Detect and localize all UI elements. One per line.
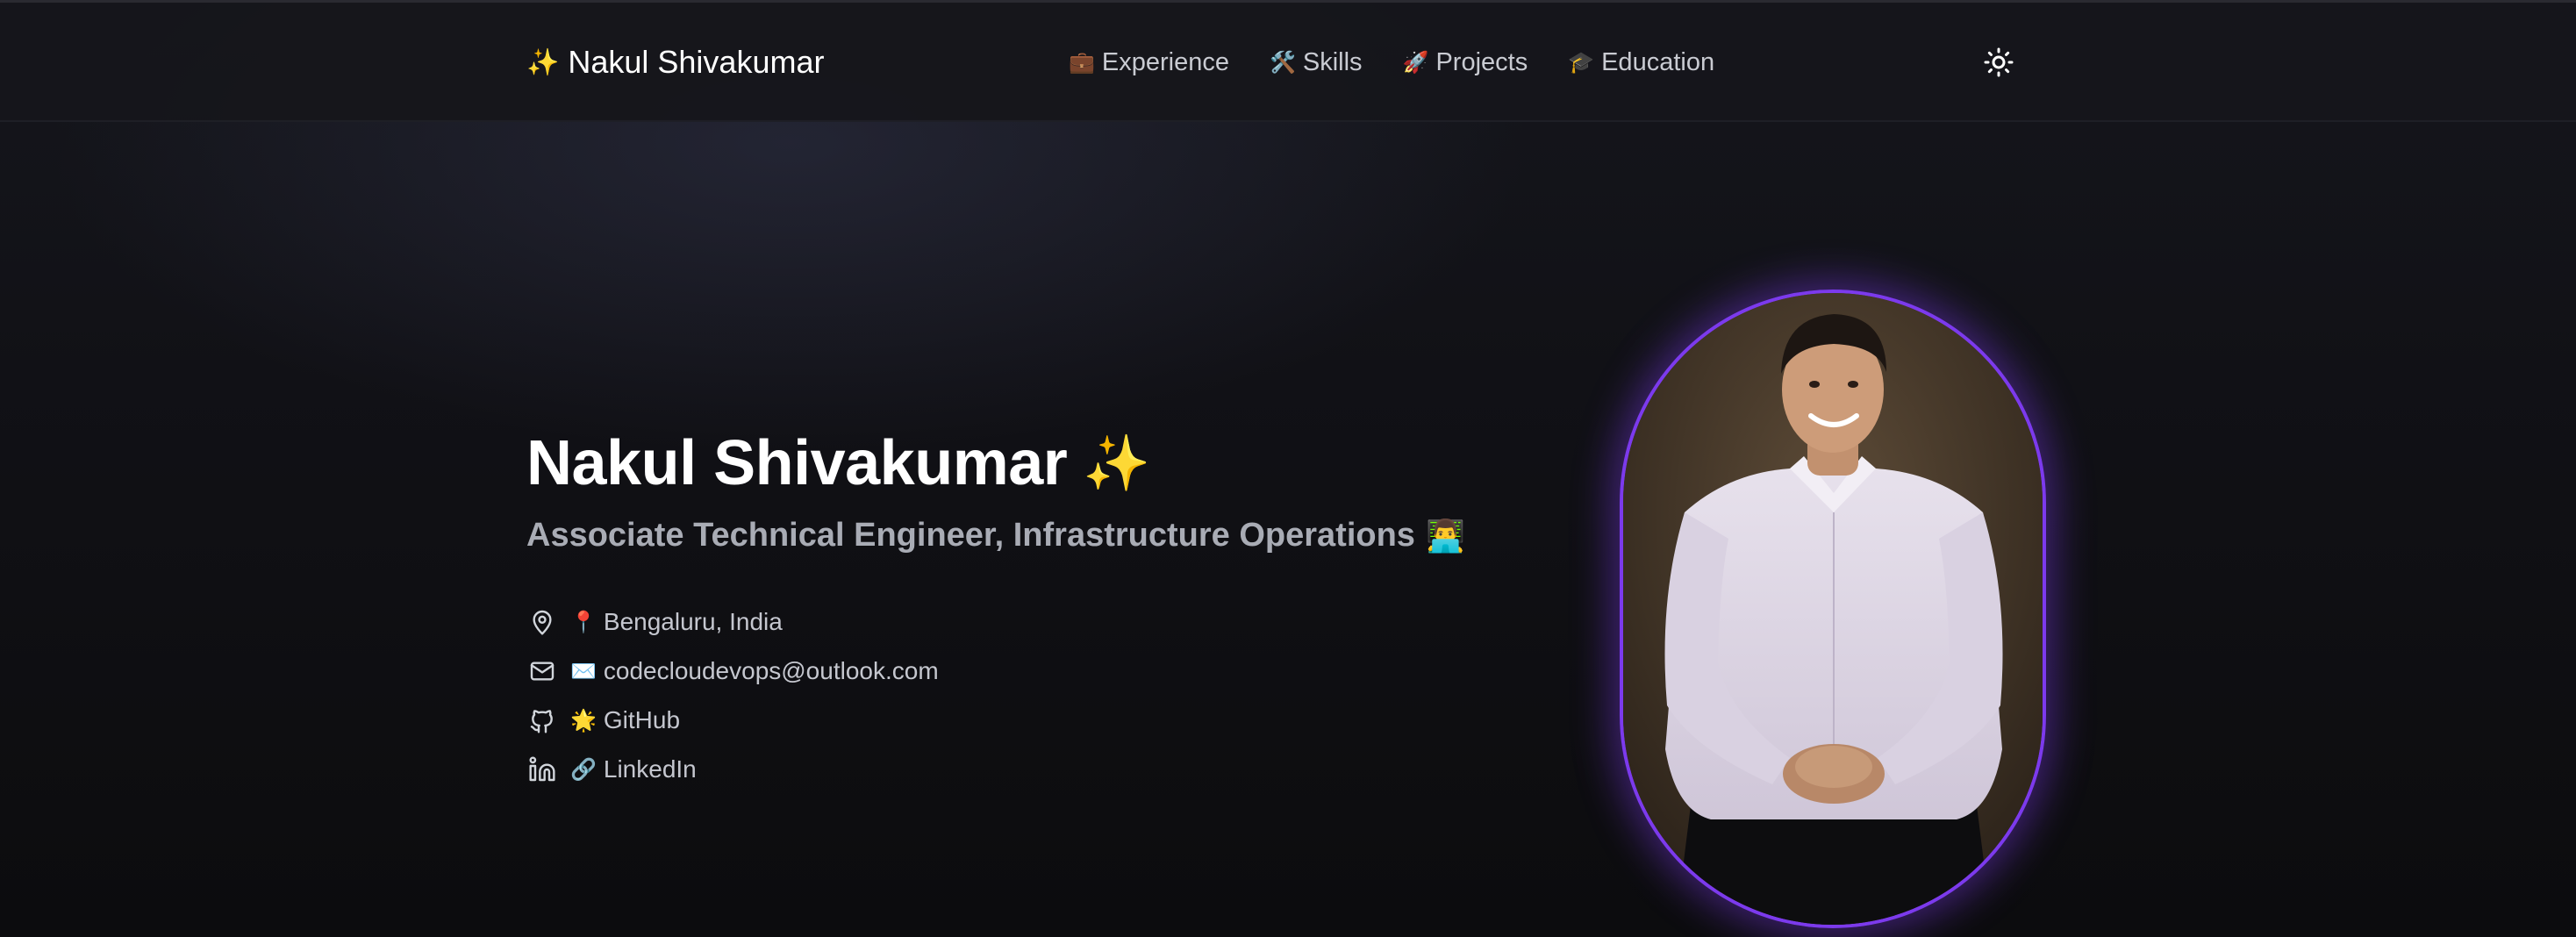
contact-text: Bengaluru, India: [603, 608, 783, 635]
github-icon: [526, 705, 558, 736]
nav-item-skills[interactable]: 🛠️ Skills: [1270, 48, 1363, 77]
sparkles-icon: ✨: [526, 47, 560, 77]
contact-text: codecloudevops@outlook.com: [603, 657, 939, 684]
nav-item-education[interactable]: 🎓 Education: [1568, 48, 1714, 77]
contact-location: 📍 Bengaluru, India: [526, 606, 939, 638]
briefcase-icon: 💼: [1069, 50, 1095, 75]
nav-item-label: Education: [1601, 47, 1715, 76]
contact-email[interactable]: ✉️ codecloudevops@outlook.com: [526, 655, 939, 687]
hero-name-text: Nakul Shivakumar: [526, 428, 1068, 498]
nav-item-label: Experience: [1101, 47, 1229, 76]
contact-text: GitHub: [603, 706, 681, 733]
mail-icon: [526, 655, 558, 687]
sun-icon: [1984, 47, 2014, 77]
sparkles-icon: ✨: [1083, 433, 1150, 494]
brand-link[interactable]: ✨ Nakul Shivakumar: [526, 43, 824, 82]
linkedin-icon: [526, 754, 558, 785]
navbar: ✨ Nakul Shivakumar 💼 Experience 🛠️ Skill…: [0, 3, 2576, 122]
contact-linkedin[interactable]: 🔗 LinkedIn: [526, 754, 939, 785]
envelope-icon: ✉️: [570, 659, 597, 683]
rocket-icon: 🚀: [1402, 50, 1429, 75]
nav-item-label: Projects: [1435, 47, 1528, 76]
nav-item-projects[interactable]: 🚀 Projects: [1403, 48, 1528, 77]
contact-list: 📍 Bengaluru, India ✉️ codecloudevops@out…: [526, 606, 939, 785]
map-pin-icon: [526, 606, 558, 638]
contact-text: LinkedIn: [603, 755, 697, 783]
link-icon: 🔗: [570, 757, 597, 782]
theme-toggle-button[interactable]: [1981, 45, 2016, 80]
portfolio-page: ✨ Nakul Shivakumar 💼 Experience 🛠️ Skill…: [0, 0, 2576, 937]
technologist-icon: 👨‍💻: [1425, 517, 1465, 554]
hero-title-text: Associate Technical Engineer, Infrastruc…: [526, 517, 1415, 554]
nav-item-label: Skills: [1302, 47, 1363, 76]
nav-links: 💼 Experience 🛠️ Skills 🚀 Projects 🎓 Educ…: [1069, 45, 1714, 80]
nav-item-experience[interactable]: 💼 Experience: [1069, 48, 1229, 77]
glowing-star-icon: 🌟: [570, 708, 597, 733]
round-pushpin-icon: 📍: [570, 610, 597, 634]
graduation-cap-icon: 🎓: [1568, 50, 1595, 75]
hero-job-title: Associate Technical Engineer, Infrastruc…: [526, 517, 1465, 554]
contact-github[interactable]: 🌟 GitHub: [526, 705, 939, 736]
brand-name: Nakul Shivakumar: [568, 44, 825, 80]
profile-photo: [1620, 290, 2046, 928]
hammer-and-wrench-icon: 🛠️: [1269, 50, 1296, 75]
profile-photo-illustration: [1623, 293, 2043, 925]
hero-name: Nakul Shivakumar ✨: [526, 427, 1150, 499]
